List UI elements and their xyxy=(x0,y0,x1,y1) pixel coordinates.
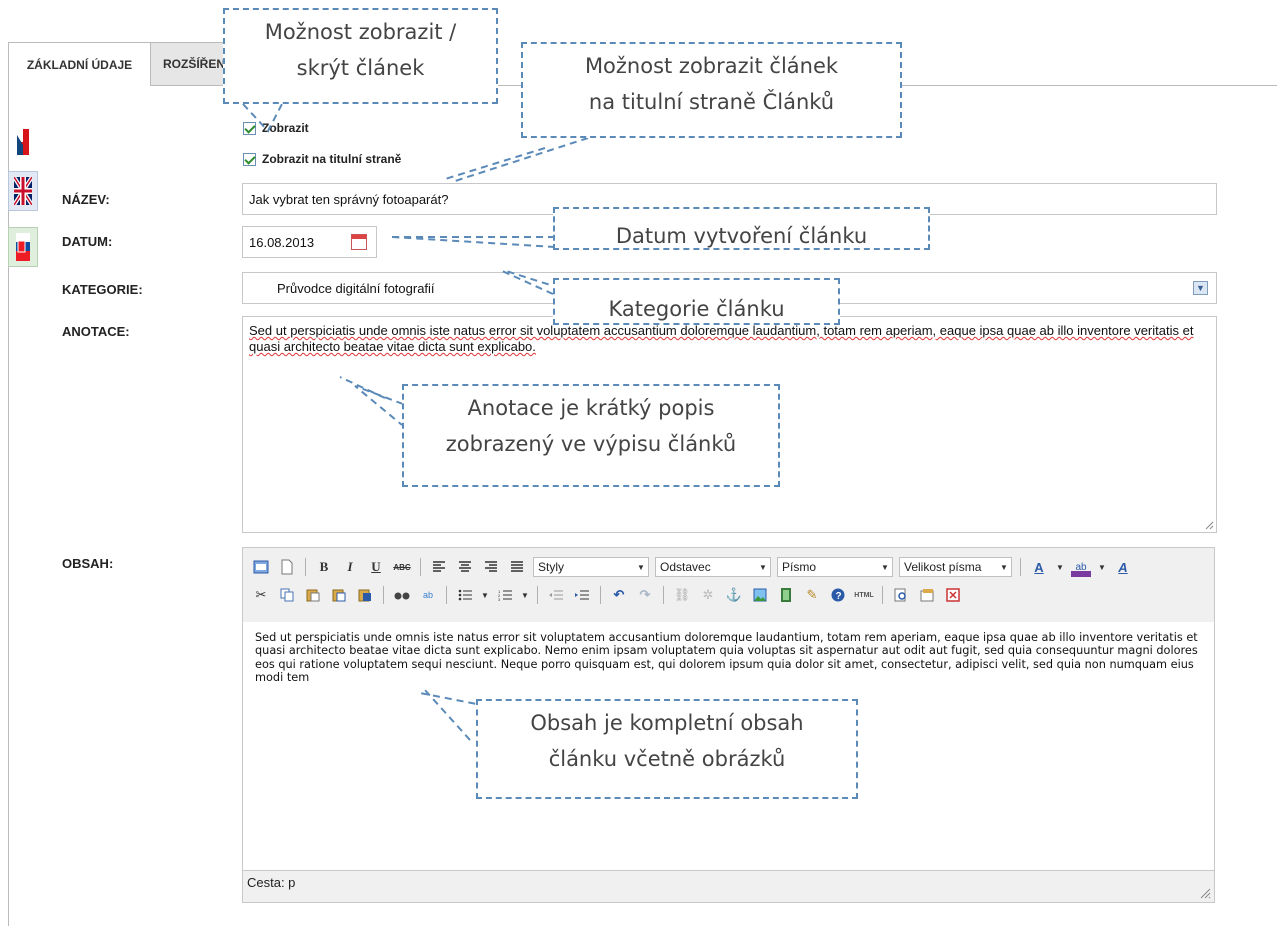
callout-show-line2: skrýt článek xyxy=(296,56,425,80)
callout-show-line1: Možnost zobrazit / xyxy=(264,20,457,44)
callout-content-line2: článku včetně obrázků xyxy=(548,747,786,771)
callout-date: Datum vytvoření článku xyxy=(553,207,930,250)
callout-content-line1: Obsah je kompletní obsah xyxy=(530,711,804,735)
callout-front-page: Možnost zobrazit článek na titulní stran… xyxy=(521,42,902,138)
callout-annotation: Anotace je krátký popis zobrazený ve výp… xyxy=(402,384,780,487)
callout-show: Možnost zobrazit / skrýt článek xyxy=(223,8,498,104)
callout-front-line1: Možnost zobrazit článek xyxy=(584,54,839,78)
callout-category: Kategorie článku xyxy=(553,278,840,325)
callout-content: Obsah je kompletní obsah článku včetně o… xyxy=(476,699,858,799)
callout-annotation-line2: zobrazený ve výpisu článků xyxy=(445,432,737,456)
callout-category-text: Kategorie článku xyxy=(608,297,785,321)
callout-annotation-line1: Anotace je krátký popis xyxy=(467,396,715,420)
callout-front-line2: na titulní straně Článků xyxy=(588,90,835,114)
callout-date-text: Datum vytvoření článku xyxy=(615,224,868,248)
